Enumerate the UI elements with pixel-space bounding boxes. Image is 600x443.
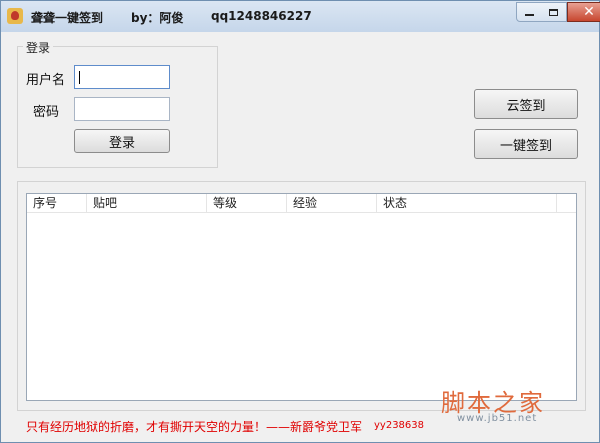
- minimize-icon: [524, 14, 534, 16]
- login-button[interactable]: 登录: [74, 129, 170, 153]
- column-header-status[interactable]: 状态: [377, 194, 557, 212]
- password-input[interactable]: [74, 97, 170, 121]
- app-icon: [7, 8, 23, 24]
- cloud-sign-label: 云签到: [506, 98, 546, 114]
- column-header-bar[interactable]: 贴吧: [87, 194, 207, 212]
- window-title: 聋聋一键签到: [31, 11, 104, 25]
- password-label: 密码: [33, 105, 60, 120]
- username-input[interactable]: [74, 65, 170, 89]
- column-header-level[interactable]: 等级: [207, 194, 287, 212]
- cloud-sign-button[interactable]: 云签到: [474, 89, 578, 119]
- close-icon: ✕: [583, 4, 595, 20]
- maximize-icon: [549, 8, 558, 16]
- close-button[interactable]: ✕: [567, 2, 600, 22]
- app-window: 聋聋一键签到 by：阿俊 qq1248846227 ✕ 登录 用户名 密码 登录…: [0, 0, 600, 443]
- author-qq: qq1248846227: [211, 9, 312, 23]
- column-header-index[interactable]: 序号: [27, 194, 87, 212]
- title-bar[interactable]: 聋聋一键签到 by：阿俊 qq1248846227 ✕: [1, 1, 600, 32]
- login-group-title: 登录: [23, 39, 54, 56]
- column-header-exp[interactable]: 经验: [287, 194, 377, 212]
- one-key-sign-button[interactable]: 一键签到: [474, 129, 578, 159]
- minimize-button[interactable]: [516, 2, 542, 22]
- text-caret: [79, 71, 80, 84]
- list-header: 序号 贴吧 等级 经验 状态: [27, 194, 576, 213]
- watermark-url: www.jb51.net: [457, 413, 538, 424]
- login-button-label: 登录: [108, 135, 135, 151]
- footer-slogan: 只有经历地狱的折磨，才有撕开天空的力量！——新爵爷党卫军: [26, 420, 363, 434]
- author-label: by：阿俊: [131, 11, 184, 25]
- username-label: 用户名: [26, 73, 66, 88]
- footer-qq: yy238638: [374, 420, 425, 431]
- one-key-sign-label: 一键签到: [499, 138, 552, 154]
- maximize-button[interactable]: [541, 2, 567, 22]
- sign-list[interactable]: 序号 贴吧 等级 经验 状态: [26, 193, 577, 401]
